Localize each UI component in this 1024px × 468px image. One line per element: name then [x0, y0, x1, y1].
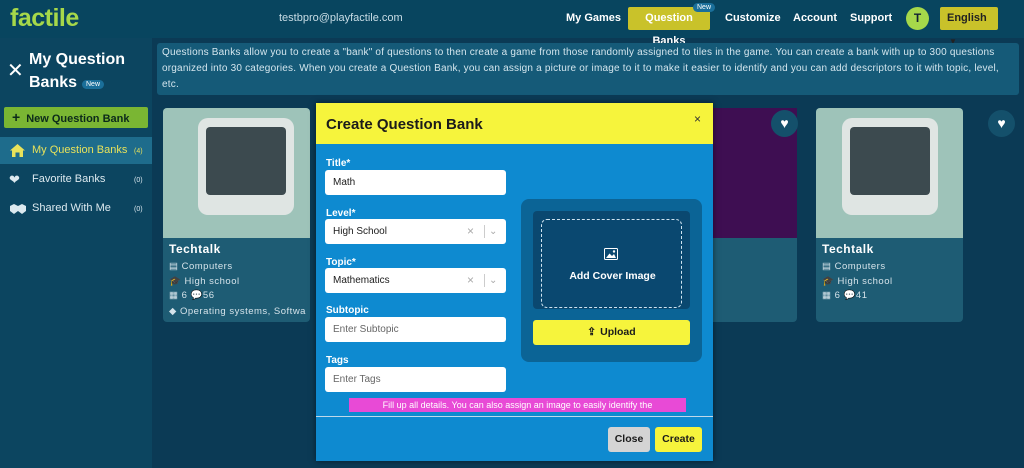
nav-new-badge: New: [693, 3, 716, 12]
heart-icon: ❤: [9, 172, 20, 187]
topic-value: Mathematics: [333, 275, 390, 286]
monitor-illustration: [198, 118, 294, 215]
question-bank-card[interactable]: [707, 238, 797, 322]
card-stats: ▦ 6 💬41: [822, 290, 868, 301]
top-nav-bar: factile testbpro@playfactile.com My Game…: [0, 0, 1024, 47]
clear-icon[interactable]: ×: [467, 268, 474, 293]
graduation-cap-icon: 🎓: [822, 276, 838, 287]
card-topic: ▤ Computers: [169, 261, 233, 272]
clear-icon[interactable]: ×: [467, 219, 474, 244]
card-cover-image: [816, 108, 963, 238]
sidebar-new-badge: New: [82, 80, 105, 89]
favorite-heart-icon[interactable]: ♥: [988, 110, 1015, 137]
plus-icon: +: [12, 109, 21, 125]
sidebar-item-count: (4): [134, 148, 143, 155]
card-topic: ▤ Computers: [822, 261, 886, 272]
level-value: High School: [333, 226, 387, 237]
card-cover-image: [163, 108, 310, 238]
book-icon: ▤: [822, 261, 835, 272]
new-question-bank-label: New Question Bank: [26, 113, 130, 125]
sidebar-item-label: Shared With Me: [32, 202, 111, 214]
close-icon[interactable]: ✕: [7, 58, 24, 83]
modal-divider: [316, 416, 713, 417]
sidebar-item-label: Favorite Banks: [32, 173, 106, 185]
topic-select[interactable]: Mathematics × ⌄: [325, 268, 506, 293]
home-icon: [9, 137, 26, 167]
tag-icon: ◆: [169, 306, 180, 317]
nav-account[interactable]: Account: [793, 12, 837, 24]
card-stats: ▦ 6 💬56: [169, 290, 215, 301]
sidebar-item-shared-with-me[interactable]: Shared With Me (0): [0, 195, 152, 222]
factile-logo[interactable]: factile: [10, 4, 79, 33]
sidebar-item-my-question-banks[interactable]: My Question Banks (4): [0, 137, 152, 164]
close-icon[interactable]: ×: [694, 112, 701, 126]
create-question-bank-modal: Create Question Bank × Title* Math Level…: [316, 103, 713, 461]
monitor-illustration: [842, 118, 938, 215]
sidebar-item-count: (0): [134, 177, 143, 184]
title-field[interactable]: Math: [325, 170, 506, 195]
modal-header: Create Question Bank ×: [316, 103, 713, 144]
upload-label: Upload: [600, 326, 636, 338]
question-bank-card[interactable]: ♥ Techtalk ▤ Computers 🎓 High school ▦ 6…: [816, 108, 963, 322]
user-email: testbpro@playfactile.com: [279, 12, 403, 24]
question-bank-card[interactable]: Techtalk ▤ Computers 🎓 High school ▦ 6 💬…: [163, 108, 310, 322]
sidebar: ✕ My Question Banks New + New Question Ba…: [0, 38, 152, 468]
chevron-down-icon[interactable]: ⌄: [489, 219, 497, 244]
new-question-bank-button[interactable]: + New Question Bank: [4, 107, 148, 128]
user-avatar[interactable]: T: [906, 7, 929, 30]
language-label: English: [947, 12, 987, 24]
grid-icon: ▦: [169, 290, 182, 301]
subtopic-input[interactable]: Enter Subtopic: [325, 317, 506, 342]
card-level: 🎓 High school: [169, 276, 240, 287]
hint-message: Fill up all details. You can also assign…: [349, 398, 686, 412]
language-select[interactable]: English ▼: [940, 7, 998, 46]
book-icon: ▤: [169, 261, 182, 272]
sidebar-item-favorite-banks[interactable]: ❤ Favorite Banks (0): [0, 166, 152, 193]
tags-input[interactable]: Enter Tags: [325, 367, 506, 392]
modal-title: Create Question Bank: [326, 116, 483, 133]
nav-my-games[interactable]: My Games: [566, 12, 621, 24]
tags-label: Tags: [326, 355, 349, 366]
sidebar-item-label: My Question Banks: [32, 144, 128, 156]
card-title: Techtalk: [822, 242, 874, 256]
level-label: Level*: [326, 208, 356, 219]
nav-support[interactable]: Support: [850, 12, 892, 24]
card-level: 🎓 High school: [822, 276, 893, 287]
subtopic-label: Subtopic: [326, 305, 369, 316]
info-banner: Questions Banks allow you to create a "b…: [157, 43, 1019, 95]
create-button[interactable]: Create: [655, 427, 702, 452]
title-label: Title*: [326, 158, 351, 169]
topic-label: Topic*: [326, 257, 356, 268]
handshake-icon: [9, 195, 27, 224]
image-icon: [604, 247, 618, 263]
level-select[interactable]: High School × ⌄: [325, 219, 506, 244]
card-tags: ◆ Operating systems, Softwa: [169, 306, 306, 317]
close-button[interactable]: Close: [608, 427, 650, 452]
comments-icon: 💬: [190, 290, 203, 301]
sidebar-item-count: (0): [134, 206, 143, 213]
graduation-cap-icon: 🎓: [169, 276, 185, 287]
upload-icon: ⇪: [587, 326, 597, 338]
upload-button[interactable]: ⇪ Upload: [533, 320, 690, 345]
nav-customize[interactable]: Customize: [725, 12, 781, 24]
chevron-down-icon[interactable]: ⌄: [489, 268, 497, 293]
card-title: Techtalk: [169, 242, 221, 256]
cover-image-dropzone[interactable]: Add Cover Image: [533, 211, 690, 309]
comments-icon: 💬: [843, 290, 856, 301]
add-cover-image-label: Add Cover Image: [569, 270, 656, 282]
grid-icon: ▦: [822, 290, 835, 301]
favorite-heart-icon[interactable]: ♥: [771, 110, 798, 137]
cover-image-panel: Add Cover Image ⇪ Upload: [521, 199, 702, 362]
